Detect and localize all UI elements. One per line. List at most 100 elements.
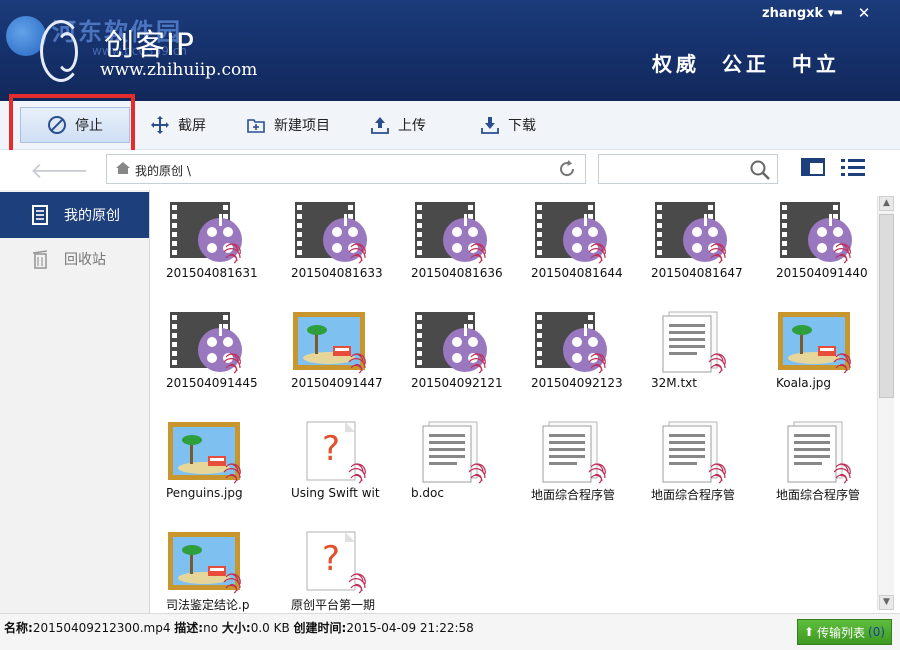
address-bar[interactable]: 我的原创 \ [106,154,586,184]
unknown-file-icon: ? [306,421,366,484]
file-name: 201504092121 [411,376,503,390]
file-name: 201504092123 [531,376,623,390]
file-tile[interactable]: 201504081647 [635,194,745,298]
refresh-icon[interactable] [557,159,577,179]
file-tile[interactable]: 201504081636 [395,194,505,298]
svg-text:?: ? [322,429,340,469]
status-size-label: 大小: [221,621,251,635]
file-name: 201504091440 [776,266,868,280]
slogan: 权威 公正 中立 [652,52,840,76]
unknown-file-icon: ? [306,531,366,594]
doc-file-icon [787,421,851,484]
file-tile[interactable]: 201504091440 [760,194,870,298]
file-tile[interactable]: b.doc [395,414,505,518]
screenshot-button[interactable]: 截屏 [150,101,206,149]
doc-file-icon [542,421,606,484]
list-view-icon[interactable] [840,156,866,178]
file-name: 201504091445 [166,376,258,390]
search-input[interactable] [598,154,778,184]
video-file-icon [295,202,367,264]
sidebar: 我的原创 回收站 [0,190,150,613]
app-header: 河东软件园 www.pc0359.cn 创客IP www.zhihuiip.co… [0,0,900,101]
brand-logo-inner [56,32,78,72]
brand-url: www.zhihuiip.com [100,60,258,80]
screenshot-label: 截屏 [178,118,206,134]
image-file-icon [778,312,851,374]
vertical-scrollbar[interactable]: ▲ ▼ [877,196,894,610]
file-name: 201504081631 [166,266,258,280]
file-name: 原创平台第一期 [291,598,376,612]
new-project-label: 新建项目 [274,118,330,134]
file-tile[interactable]: 201504081644 [515,194,625,298]
file-name: 201504081633 [291,266,383,280]
status-desc-value: no [203,621,219,635]
file-tile[interactable]: 201504091447 [275,304,385,408]
file-tile[interactable]: ? Using Swift wit [275,414,385,518]
home-icon [116,162,130,174]
video-file-icon [415,312,487,374]
file-tile[interactable]: 地面综合程序管 [635,414,745,518]
download-button[interactable]: 下载 [480,101,536,149]
scroll-down-button[interactable]: ▼ [879,595,894,610]
scroll-up-button[interactable]: ▲ [879,196,894,211]
file-tile[interactable]: 201504081633 [275,194,385,298]
video-file-icon [655,202,727,264]
svg-text:?: ? [322,539,340,579]
doc-file-icon [422,421,486,484]
transfer-list-button[interactable]: ⬆ 传输列表 (0) [797,619,892,645]
recycle-bin-icon [32,250,48,269]
file-name: 地面综合程序管 [776,488,861,502]
upload-button[interactable]: 上传 [370,101,426,149]
file-tile[interactable]: 201504092121 [395,304,505,408]
image-file-icon [168,422,241,484]
doc-file-icon [662,421,726,484]
new-folder-icon [247,119,265,133]
toolbar: 停止 截屏 新建项目 上传 下载 [0,101,900,150]
file-tile[interactable]: 201504081631 [150,194,260,298]
file-tile[interactable]: Penguins.jpg [150,414,260,518]
status-created-value: 2015-04-09 21:22:58 [346,621,474,635]
back-arrow-icon[interactable]: 🡐 [30,158,89,184]
status-bar: 名称:20150409212300.mp4 描述:no 大小:0.0 KB 创建… [0,613,900,650]
image-file-icon [293,312,366,374]
file-grid: 201504081631 201504081633 201504081636 2015… [150,190,877,613]
file-name: 地面综合程序管 [531,488,616,502]
file-name: Koala.jpg [776,376,832,390]
search-icon[interactable] [749,159,771,181]
file-tile[interactable]: 32M.txt [635,304,745,408]
thumbnail-view-icon[interactable] [800,156,826,178]
file-name: 司法鉴定结论.p [166,598,250,612]
video-file-icon [535,312,607,374]
minimize-button[interactable]: ▬ [828,4,848,22]
file-name: 201504081644 [531,266,623,280]
file-name: Using Swift wit [291,486,380,500]
file-name: 201504081636 [411,266,503,280]
file-tile[interactable]: 201504091445 [150,304,260,408]
address-path: 我的原创 \ [135,164,191,178]
file-tile[interactable]: 地面综合程序管 [760,414,870,518]
file-name: 201504081647 [651,266,743,280]
file-tile[interactable]: 201504092123 [515,304,625,408]
file-tile[interactable]: Koala.jpg [760,304,870,408]
upload-icon [371,117,389,134]
transfer-up-icon: ⬆ [803,625,815,639]
username: zhangxk [762,6,824,21]
brand-name: 创客IP [104,28,195,63]
sidebar-item-recycle-bin[interactable]: 回收站 [0,236,149,282]
move-icon [151,116,169,134]
close-button[interactable]: ✕ [854,4,874,22]
status-info: 名称:20150409212300.mp4 描述:no 大小:0.0 KB 创建… [4,619,474,636]
video-file-icon [780,202,852,264]
upload-label: 上传 [398,118,426,134]
image-file-icon [168,532,241,594]
scroll-thumb[interactable] [879,214,894,398]
file-tile[interactable]: 地面综合程序管 [515,414,625,518]
new-project-button[interactable]: 新建项目 [246,101,330,149]
status-size-value: 0.0 KB [250,621,290,635]
sidebar-item-my-originals[interactable]: 我的原创 [0,192,149,238]
user-menu[interactable]: zhangxk ▾ [762,6,834,21]
file-name: 201504091447 [291,376,383,390]
document-icon [32,205,48,225]
doc-file-icon [662,311,726,374]
download-icon [481,117,499,134]
